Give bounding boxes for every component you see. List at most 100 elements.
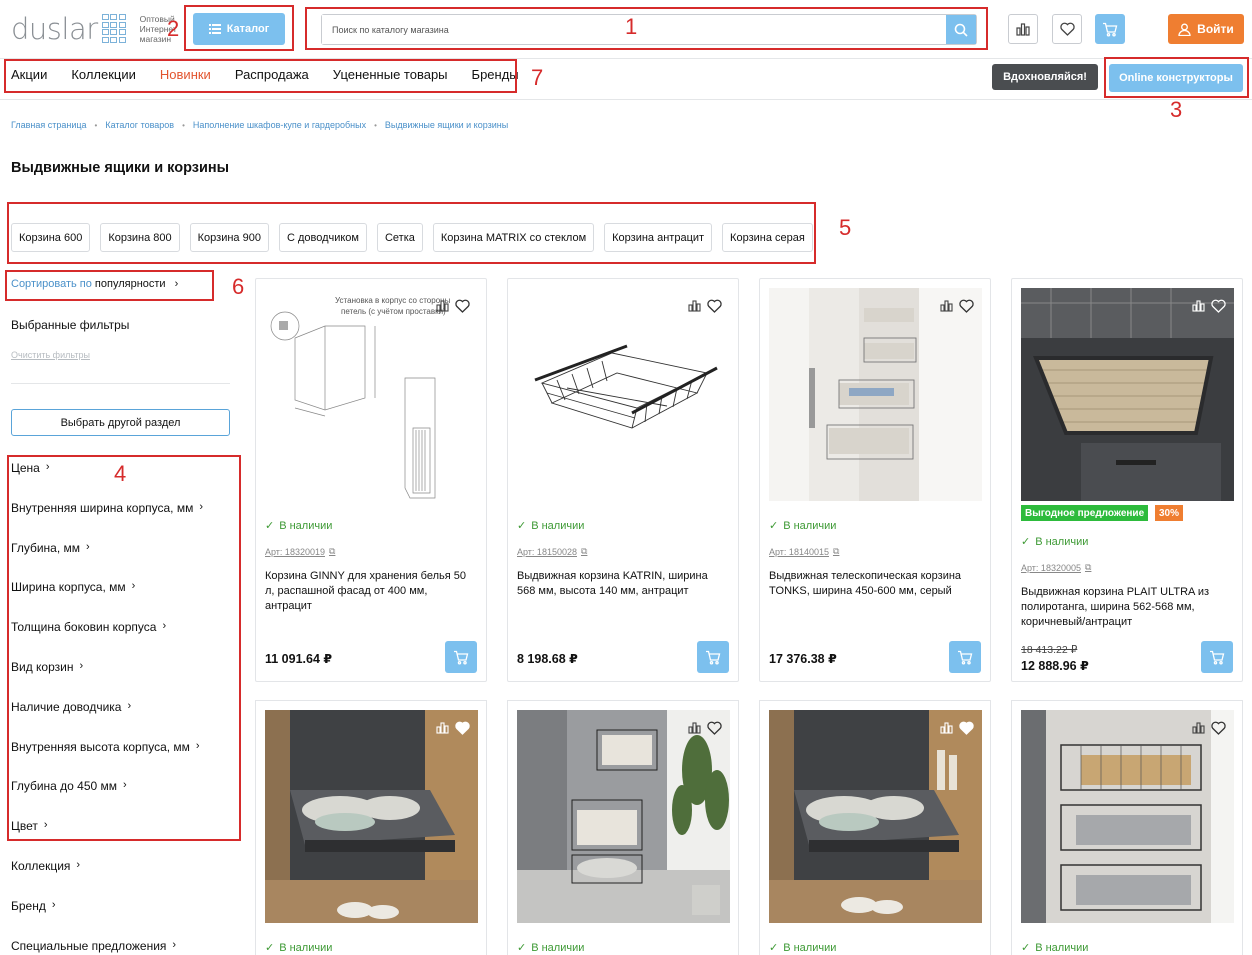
compare-icon[interactable] bbox=[436, 722, 449, 734]
product-name[interactable]: Выдвижная корзина PLAIT ULTRA из полирот… bbox=[1021, 585, 1233, 630]
product-actions bbox=[940, 721, 974, 735]
filter-body-width[interactable]: Ширина корпуса, мм › bbox=[11, 580, 203, 620]
compare-icon[interactable] bbox=[1192, 300, 1205, 312]
breadcrumb-catalog[interactable]: Каталог товаров bbox=[105, 120, 174, 130]
filter-special-offers[interactable]: Специальные предложения › bbox=[11, 939, 203, 955]
article-number[interactable]: Арт: 18320005 ⧉ bbox=[1021, 562, 1091, 573]
add-to-cart-button[interactable] bbox=[697, 641, 729, 673]
login-button[interactable]: Войти bbox=[1168, 14, 1244, 44]
heart-icon[interactable] bbox=[455, 299, 470, 313]
chip-basket-900[interactable]: Корзина 900 bbox=[189, 223, 269, 252]
sort-control[interactable]: Сортировать по популярности › bbox=[11, 278, 178, 290]
filter-collection[interactable]: Коллекция › bbox=[11, 859, 203, 899]
nav-item-new[interactable]: Новинки bbox=[160, 67, 211, 82]
image-caption-line: Установка в корпус со стороны bbox=[335, 296, 451, 305]
filter-inner-width[interactable]: Внутренняя ширина корпуса, мм › bbox=[11, 501, 203, 541]
stock-status: ✓ В наличии bbox=[1021, 535, 1089, 549]
choose-other-section-button[interactable]: Выбрать другой раздел bbox=[11, 409, 230, 436]
product-actions bbox=[688, 721, 722, 735]
heart-icon[interactable] bbox=[1211, 299, 1226, 313]
logo[interactable]: duslar Оптовый Интернет магазин bbox=[11, 12, 177, 46]
chip-matrix-glass[interactable]: Корзина MATRIX со стеклом bbox=[432, 223, 595, 252]
product-card[interactable]: ✓ В наличии bbox=[759, 700, 991, 955]
page-title: Выдвижные ящики и корзины bbox=[11, 160, 230, 176]
filter-depth-450[interactable]: Глубина до 450 мм › bbox=[11, 779, 203, 819]
nav-item-brands[interactable]: Бренды bbox=[472, 67, 519, 82]
compare-icon[interactable] bbox=[940, 722, 953, 734]
product-image[interactable] bbox=[769, 710, 982, 923]
product-name[interactable]: Выдвижная корзина KATRIN, ширина 568 мм,… bbox=[517, 569, 729, 599]
product-image[interactable] bbox=[769, 288, 982, 501]
heart-icon[interactable] bbox=[455, 721, 470, 735]
cart-button[interactable] bbox=[1095, 14, 1125, 44]
filter-color[interactable]: Цвет › bbox=[11, 819, 203, 859]
article-number[interactable]: Арт: 18150028 ⧉ bbox=[517, 546, 587, 557]
article-number[interactable]: Арт: 18320019 ⧉ bbox=[265, 546, 335, 557]
article-number[interactable]: Арт: 18140015 ⧉ bbox=[769, 546, 839, 557]
stock-status: ✓ В наличии bbox=[769, 941, 837, 955]
product-image[interactable]: Установка в корпус со стороны петель (с … bbox=[265, 288, 478, 501]
sort-value: популярности bbox=[94, 278, 166, 290]
filter-basket-type[interactable]: Вид корзин › bbox=[11, 660, 203, 700]
breadcrumb-wardrobe-fill[interactable]: Наполнение шкафов-купе и гардеробных bbox=[193, 120, 366, 130]
filter-brand[interactable]: Бренд › bbox=[11, 899, 203, 939]
filter-inner-height[interactable]: Внутренняя высота корпуса, мм › bbox=[11, 740, 203, 780]
heart-icon[interactable] bbox=[707, 299, 722, 313]
filter-depth[interactable]: Глубина, мм › bbox=[11, 541, 203, 581]
chip-basket-800[interactable]: Корзина 800 bbox=[100, 223, 180, 252]
product-image[interactable] bbox=[1021, 710, 1234, 923]
chip-basket-600[interactable]: Корзина 600 bbox=[11, 223, 91, 252]
product-card[interactable]: Установка в корпус со стороны петель (с … bbox=[255, 278, 487, 682]
heart-icon[interactable] bbox=[959, 721, 974, 735]
chip-mesh[interactable]: Сетка bbox=[376, 223, 423, 252]
stock-status: ✓ В наличии bbox=[1021, 941, 1089, 955]
add-to-cart-button[interactable] bbox=[445, 641, 477, 673]
cart-icon bbox=[1210, 650, 1225, 665]
nav-item-collections[interactable]: Коллекции bbox=[71, 67, 136, 82]
breadcrumb-current[interactable]: Выдвижные ящики и корзины bbox=[385, 120, 508, 130]
image-caption-line: петель (с учётом проставки) bbox=[341, 307, 446, 316]
product-card[interactable]: ✓ В наличии bbox=[507, 700, 739, 955]
product-card[interactable]: ✓ В наличии bbox=[255, 700, 487, 955]
chip-anthracite[interactable]: Корзина антрацит bbox=[604, 223, 713, 252]
compare-icon[interactable] bbox=[688, 300, 701, 312]
catalog-button[interactable]: Каталог bbox=[193, 13, 285, 45]
add-to-cart-button[interactable] bbox=[949, 641, 981, 673]
add-to-cart-button[interactable] bbox=[1201, 641, 1233, 673]
chip-grey[interactable]: Корзина серая bbox=[722, 223, 813, 252]
breadcrumb-home[interactable]: Главная страница bbox=[11, 120, 87, 130]
nav-item-discounted[interactable]: Уцененные товары bbox=[333, 67, 448, 82]
chevron-right-icon: › bbox=[86, 540, 90, 553]
filter-side-thickness[interactable]: Толщина боковин корпуса › bbox=[11, 620, 203, 660]
nav-item-sale[interactable]: Распродажа bbox=[235, 67, 309, 82]
product-image[interactable] bbox=[517, 288, 730, 501]
filter-price[interactable]: Цена › bbox=[11, 461, 203, 501]
filter-soft-close[interactable]: Наличие доводчика › bbox=[11, 700, 203, 740]
product-card[interactable]: ✓ В наличии Арт: 18140015 ⧉ Выдвижная теле… bbox=[759, 278, 991, 682]
product-card[interactable]: Выгодное предложение 30% ✓ В наличии Арт:… bbox=[1011, 278, 1243, 682]
product-card[interactable]: ✓ В наличии bbox=[1011, 700, 1243, 955]
inspire-button[interactable]: Вдохновляйся! bbox=[992, 64, 1098, 90]
nav-item-promotions[interactable]: Акции bbox=[11, 67, 47, 82]
clear-filters-link[interactable]: Очистить фильтры bbox=[11, 350, 90, 360]
favorites-button[interactable] bbox=[1052, 14, 1082, 44]
chip-soft-close[interactable]: С доводчиком bbox=[278, 223, 367, 252]
compare-button[interactable] bbox=[1008, 14, 1038, 44]
search-button[interactable] bbox=[946, 15, 976, 44]
compare-icon[interactable] bbox=[688, 722, 701, 734]
compare-icon[interactable] bbox=[436, 300, 449, 312]
product-image[interactable] bbox=[517, 710, 730, 923]
heart-icon[interactable] bbox=[1211, 721, 1226, 735]
chevron-right-icon: › bbox=[79, 659, 84, 672]
product-image[interactable] bbox=[265, 710, 478, 923]
online-constructors-button[interactable]: Online конструкторы bbox=[1109, 64, 1243, 92]
compare-icon[interactable] bbox=[1192, 722, 1205, 734]
product-name[interactable]: Выдвижная телескопическая корзина TONKS,… bbox=[769, 569, 981, 599]
heart-icon[interactable] bbox=[707, 721, 722, 735]
heart-icon[interactable] bbox=[959, 299, 974, 313]
product-image[interactable] bbox=[1021, 288, 1234, 501]
product-card[interactable]: ✓ В наличии Арт: 18150028 ⧉ Выдвижная корз… bbox=[507, 278, 739, 682]
compare-icon[interactable] bbox=[940, 300, 953, 312]
product-name[interactable]: Корзина GINNY для хранения белья 50 л, р… bbox=[265, 569, 477, 614]
product-actions bbox=[688, 299, 722, 313]
